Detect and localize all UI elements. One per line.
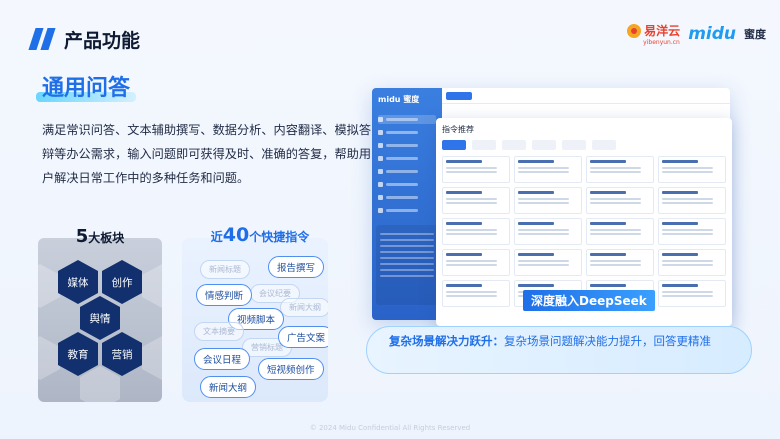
module-hex: 舆情	[80, 296, 120, 340]
module-hex: 教育	[58, 332, 98, 376]
modules-count: 5	[75, 226, 89, 247]
command-cell	[586, 156, 654, 183]
footer: © 2024 Midu Confidential All Rights Rese…	[309, 424, 471, 432]
title-slash-icon	[28, 28, 56, 50]
sidebar-row	[378, 180, 436, 189]
screenshot-sidebar: midu 蜜度	[372, 88, 442, 320]
command-cell	[442, 156, 510, 183]
modules-heading: 5大板块	[0, 226, 200, 247]
command-cell	[442, 249, 510, 276]
quick-prefix: 近	[210, 230, 223, 244]
quick-cmd: 新闻大纲	[200, 376, 257, 398]
quick-suffix: 个快捷指令	[249, 230, 310, 244]
feature-banner: 复杂场景解决力跃升：复杂场景问题解决能力提升，回答更精准	[366, 326, 752, 374]
sidebar-row	[378, 115, 436, 124]
quick-commands-card: 新闻标题 报告撰写 会议纪要 情感判断 新闻大纲 视频脚本 文本摘要 营销标题 …	[182, 238, 328, 402]
section-title: 通用问答	[42, 76, 131, 101]
brand-logos: 易洋云 yibenyun.cn midu 蜜度	[627, 22, 766, 46]
command-cell	[442, 218, 510, 245]
description: 满足常识问答、文本辅助撰写、数据分析、内容翻译、模拟答辩等办公需求，输入问题即可…	[42, 123, 372, 185]
screenshot-topbar	[442, 88, 730, 104]
command-cell	[658, 156, 726, 183]
sidebar-history	[376, 225, 438, 305]
sidebar-row	[378, 206, 436, 215]
hex-decor	[142, 336, 162, 380]
command-cell	[586, 249, 654, 276]
hex-decor	[142, 264, 162, 308]
command-cell	[658, 218, 726, 245]
sidebar-row	[378, 128, 436, 137]
command-cell	[514, 156, 582, 183]
panel-tabs	[442, 140, 616, 150]
command-cell	[514, 187, 582, 214]
deepseek-badge: 深度融入DeepSeek	[523, 290, 655, 311]
module-hex: 创作	[102, 260, 142, 304]
module-hex: 媒体	[58, 260, 98, 304]
modules-card: 媒体 创作 舆情 教育 营销	[38, 238, 162, 402]
midu-cn-name: 蜜度	[744, 28, 766, 41]
module-hex: 营销	[102, 332, 142, 376]
quick-commands-heading: 近40个快捷指令	[190, 224, 330, 246]
banner-text: 复杂场景问题解决能力提升，回答更精准	[504, 334, 711, 348]
yibenyun-logo: 易洋云 yibenyun.cn	[627, 22, 680, 46]
command-cell	[514, 218, 582, 245]
command-cell	[658, 280, 726, 307]
command-grid	[442, 156, 726, 307]
sidebar-row	[378, 141, 436, 150]
quick-cmd: 广告文案	[278, 326, 328, 348]
yibenyun-mark-icon	[627, 23, 642, 38]
command-cell	[658, 187, 726, 214]
screenshot-logo: midu 蜜度	[378, 95, 420, 104]
quick-count: 40	[222, 224, 250, 246]
quick-cmd-faint: 新闻大纲	[280, 298, 328, 317]
hex-decor	[38, 264, 60, 308]
command-cell	[442, 187, 510, 214]
command-cell	[658, 249, 726, 276]
modules-suffix: 大板块	[88, 231, 125, 245]
quick-cmd-faint: 文本摘要	[194, 322, 244, 341]
quick-cmd: 短视频创作	[258, 358, 324, 380]
yibenyun-url: yibenyun.cn	[643, 39, 680, 46]
sidebar-row	[378, 167, 436, 176]
quick-cmd: 情感判断	[196, 284, 253, 306]
new-chat-button	[446, 92, 472, 100]
command-cell	[442, 280, 510, 307]
banner-highlight: 复杂场景解决力跃升：	[389, 334, 504, 348]
yibenyun-name: 易洋云	[644, 24, 681, 38]
page-title: 产品功能	[64, 30, 141, 52]
quick-cmd: 报告撰写	[268, 256, 325, 278]
sidebar-row	[378, 193, 436, 202]
quick-cmd-faint: 新闻标题	[200, 260, 250, 279]
command-cell	[586, 187, 654, 214]
panel-title: 指令推荐	[442, 125, 474, 134]
hex-decor	[38, 336, 60, 380]
sidebar-row	[378, 154, 436, 163]
command-cell	[514, 249, 582, 276]
quick-cmd: 会议日程	[194, 348, 251, 370]
command-cell	[586, 218, 654, 245]
midu-logo: midu	[688, 24, 736, 44]
